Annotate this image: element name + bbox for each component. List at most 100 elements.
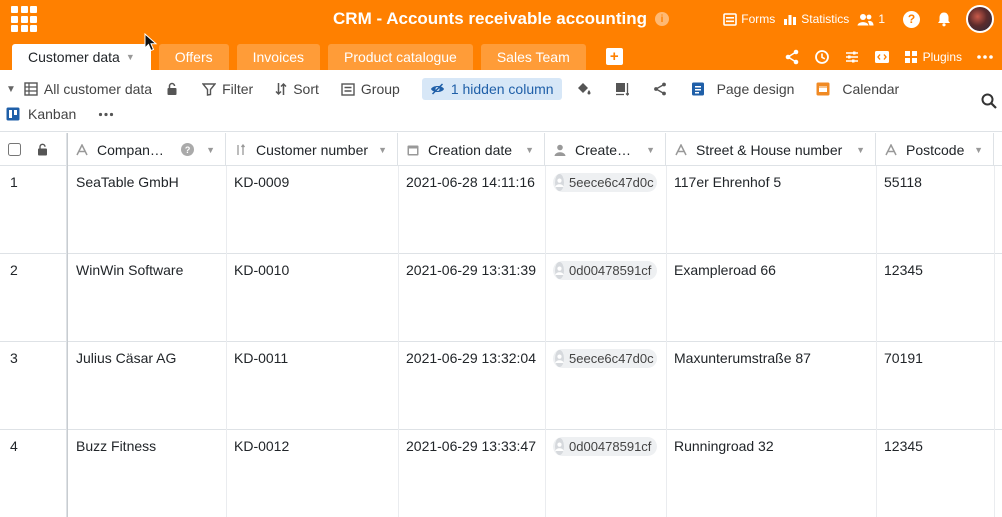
- lock-open-icon[interactable]: [166, 82, 178, 96]
- cell-postcode[interactable]: 12345: [876, 430, 994, 517]
- cell-company[interactable]: Julius Cäsar AG: [68, 342, 226, 430]
- cell-postcode[interactable]: 55118: [876, 166, 994, 254]
- tab-customer-data[interactable]: Customer data ▼: [12, 44, 151, 70]
- cell-postcode[interactable]: 12345: [876, 254, 994, 342]
- cell-creator[interactable]: 0d00478591cf: [545, 254, 666, 342]
- share-view-icon[interactable]: [653, 82, 667, 96]
- info-icon[interactable]: i: [654, 12, 669, 26]
- cell-creation-date[interactable]: 2021-06-29 13:31:39: [398, 254, 545, 342]
- cell-company[interactable]: WinWin Software: [68, 254, 226, 342]
- column-header-creator[interactable]: Create… ▼: [545, 133, 666, 166]
- creator-id: 5eece6c47d0c: [569, 351, 654, 366]
- view-toolbar: ▼ All customer data Filter Sort Group 1 …: [0, 70, 1002, 132]
- row-height-icon[interactable]: [615, 82, 629, 96]
- cell-creator[interactable]: 0d00478591cf: [545, 430, 666, 517]
- plugins-button[interactable]: Plugins: [904, 50, 962, 64]
- users-icon: [857, 13, 874, 25]
- tab-offers[interactable]: Offers: [158, 44, 229, 70]
- script-icon[interactable]: [874, 50, 890, 64]
- column-name: Postcode: [906, 141, 965, 158]
- user-avatar[interactable]: [966, 5, 994, 33]
- chevron-down-icon[interactable]: ▼: [646, 145, 655, 155]
- row-number[interactable]: 2: [0, 254, 67, 342]
- table-row[interactable]: 2 WinWin Software KD-0010 2021-06-29 13:…: [0, 254, 1002, 342]
- table-tabs: Customer data ▼ Offers Invoices Product …: [12, 44, 623, 70]
- paint-bucket-icon[interactable]: [576, 82, 591, 96]
- calendar-plugin-button[interactable]: Calendar: [816, 81, 899, 97]
- statistics-button[interactable]: Statistics: [783, 12, 849, 26]
- cell-customer-number[interactable]: KD-0009: [226, 166, 398, 254]
- cell-customer-number[interactable]: KD-0012: [226, 430, 398, 517]
- search-icon[interactable]: [981, 93, 997, 109]
- chevron-down-icon[interactable]: ▼: [126, 52, 135, 62]
- cell-company[interactable]: SeaTable GmbH: [68, 166, 226, 254]
- more-views-icon[interactable]: [98, 112, 114, 117]
- cell-street[interactable]: Maxunterumstraße 87: [666, 342, 876, 430]
- cell-customer-number[interactable]: KD-0010: [226, 254, 398, 342]
- sort-button[interactable]: Sort: [275, 81, 319, 97]
- text-column-icon: [75, 143, 89, 156]
- kanban-plugin-button[interactable]: Kanban: [6, 106, 76, 122]
- table-row[interactable]: 3 Julius Cäsar AG KD-0011 2021-06-29 13:…: [0, 342, 1002, 430]
- app-menu-icon[interactable]: [11, 6, 37, 32]
- creator-id: 0d00478591cf: [569, 263, 652, 278]
- row-lock-icon[interactable]: [37, 143, 48, 156]
- current-view[interactable]: All customer data: [24, 81, 152, 97]
- cell-creation-date[interactable]: 2021-06-28 14:11:16: [398, 166, 545, 254]
- column-divider: [666, 166, 667, 517]
- column-header-company[interactable]: Compan… ? ▼: [67, 133, 226, 166]
- cell-street[interactable]: 117er Ehrenhof 5: [666, 166, 876, 254]
- cell-postcode[interactable]: 70191: [876, 342, 994, 430]
- forms-button[interactable]: Forms: [723, 12, 775, 26]
- filter-button[interactable]: Filter: [202, 81, 253, 97]
- column-header-customer-number[interactable]: Customer number ▼: [226, 133, 398, 166]
- cell-creator[interactable]: 5eece6c47d0c: [545, 342, 666, 430]
- column-header-street[interactable]: Street & House number ▼: [666, 133, 876, 166]
- views-caret-icon[interactable]: ▼: [6, 84, 16, 95]
- chevron-down-icon[interactable]: ▼: [974, 145, 983, 155]
- share-icon[interactable]: [784, 49, 800, 65]
- column-header-creation-date[interactable]: Creation date ▼: [398, 133, 545, 166]
- page-design-label: Page design: [716, 81, 795, 97]
- tab-invoices[interactable]: Invoices: [236, 44, 320, 70]
- chevron-down-icon[interactable]: ▼: [525, 145, 534, 155]
- cell-creation-date[interactable]: 2021-06-29 13:33:47: [398, 430, 545, 517]
- select-all-checkbox[interactable]: [8, 143, 21, 156]
- cell-creation-date[interactable]: 2021-06-29 13:32:04: [398, 342, 545, 430]
- column-header-postcode[interactable]: Postcode ▼: [876, 133, 994, 166]
- tab-sales-team[interactable]: Sales Team: [480, 44, 586, 70]
- column-name: Create…: [575, 141, 632, 158]
- row-number[interactable]: 1: [0, 166, 67, 254]
- statistics-icon: [784, 14, 797, 25]
- collaborators-button[interactable]: 1: [857, 12, 885, 26]
- cell-street[interactable]: Exampleroad 66: [666, 254, 876, 342]
- tab-label: Product catalogue: [343, 49, 457, 65]
- table-view-icon: [24, 82, 38, 96]
- bell-icon[interactable]: [936, 11, 952, 27]
- tab-product-catalogue[interactable]: Product catalogue: [327, 44, 473, 70]
- history-icon[interactable]: [814, 49, 830, 65]
- row-controls-header: [0, 133, 67, 166]
- creator-chip: 0d00478591cf: [553, 437, 657, 456]
- hidden-columns-button[interactable]: 1 hidden column: [421, 78, 562, 100]
- table-row[interactable]: 4 Buzz Fitness KD-0012 2021-06-29 13:33:…: [0, 430, 1002, 517]
- add-table-icon[interactable]: +: [605, 48, 623, 65]
- chevron-down-icon[interactable]: ▼: [206, 145, 215, 155]
- chevron-down-icon[interactable]: ▼: [856, 145, 865, 155]
- base-title: CRM - Accounts receivable accounting: [333, 9, 647, 28]
- table-row[interactable]: 1 SeaTable GmbH KD-0009 2021-06-28 14:11…: [0, 166, 1002, 254]
- cell-customer-number[interactable]: KD-0011: [226, 342, 398, 430]
- more-icon[interactable]: [976, 54, 994, 60]
- page-design-button[interactable]: Page design: [691, 81, 795, 97]
- cell-company[interactable]: Buzz Fitness: [68, 430, 226, 517]
- row-number[interactable]: 3: [0, 342, 67, 430]
- cell-creator[interactable]: 5eece6c47d0c: [545, 166, 666, 254]
- forms-icon: [723, 12, 738, 26]
- chevron-down-icon[interactable]: ▼: [378, 145, 387, 155]
- cell-street[interactable]: Runningroad 32: [666, 430, 876, 517]
- column-description-icon[interactable]: ?: [181, 143, 195, 156]
- settings-sliders-icon[interactable]: [844, 49, 860, 65]
- row-number[interactable]: 4: [0, 430, 67, 517]
- group-button[interactable]: Group: [341, 81, 400, 97]
- help-icon[interactable]: ?: [903, 10, 920, 28]
